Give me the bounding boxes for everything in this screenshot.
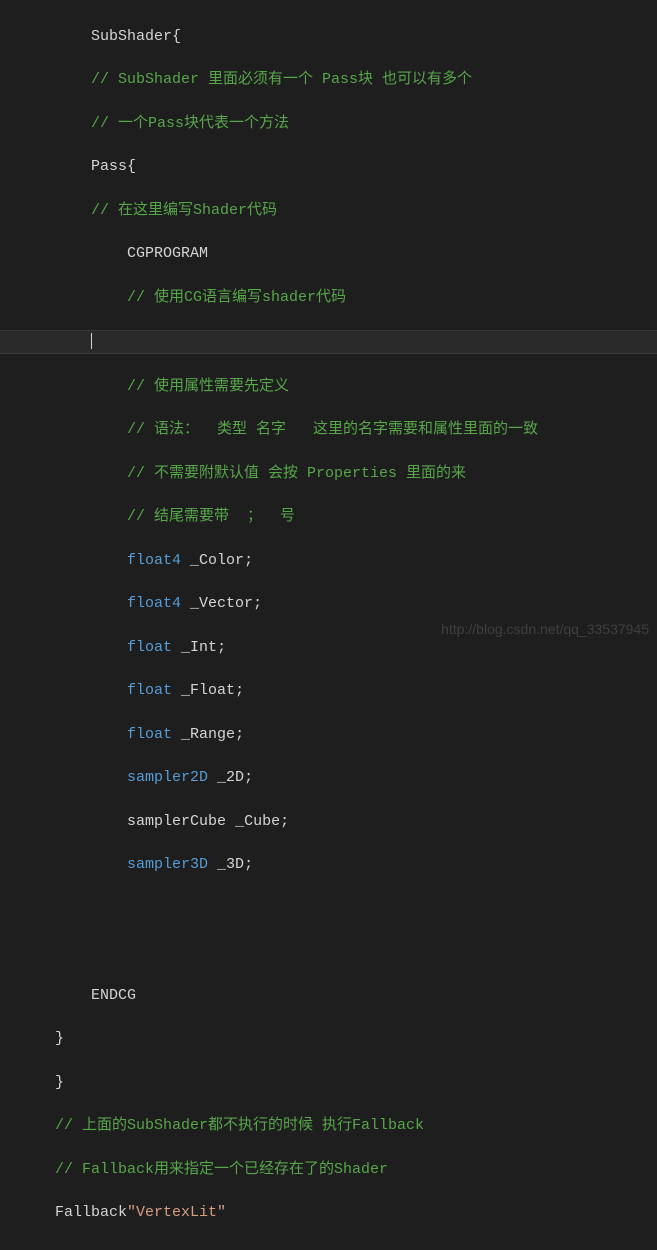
comment: // Fallback用来指定一个已经存在了的Shader — [55, 1161, 388, 1178]
token-subshader: SubShader — [91, 28, 172, 45]
code-line: // SubShader 里面必须有一个 Pass块 也可以有多个 — [0, 69, 657, 91]
watermark: http://blog.csdn.net/qq_33537945 — [441, 619, 649, 639]
comment: // SubShader 里面必须有一个 Pass块 也可以有多个 — [91, 71, 472, 88]
code-line: samplerCube _Cube; — [0, 811, 657, 833]
code-line: } — [0, 1072, 657, 1094]
type-keyword: float — [127, 682, 172, 699]
code-line: // 使用属性需要先定义 — [0, 376, 657, 398]
code-line: // 使用CG语言编写shader代码 — [0, 287, 657, 309]
code-line: SubShader{ — [0, 26, 657, 48]
code-line: sampler2D _2D; — [0, 767, 657, 789]
code-line: Fallback"VertexLit" — [0, 1202, 657, 1224]
comment: // 一个Pass块代表一个方法 — [91, 115, 289, 132]
code-line — [0, 941, 657, 963]
type-keyword: float — [127, 726, 172, 743]
comment: // 使用属性需要先定义 — [127, 378, 289, 395]
code-line — [0, 898, 657, 920]
code-line: // 结尾需要带 ； 号 — [0, 506, 657, 528]
comment: // 上面的SubShader都不执行的时候 执行Fallback — [55, 1117, 424, 1134]
code-line: ENDCG — [0, 985, 657, 1007]
cursor-line[interactable] — [0, 330, 657, 354]
brace-close: } — [55, 1074, 64, 1091]
brace-close: } — [55, 1030, 64, 1047]
type-keyword: float4 — [127, 595, 181, 612]
comment: // 结尾需要带 ； 号 — [127, 508, 295, 525]
token-pass: Pass — [91, 158, 127, 175]
type-keyword: sampler2D — [127, 769, 208, 786]
string-literal: "VertexLit" — [127, 1204, 226, 1221]
comment: // 使用CG语言编写shader代码 — [127, 289, 346, 306]
code-line: // 语法： 类型 名字 这里的名字需要和属性里面的一致 — [0, 419, 657, 441]
type-keyword: sampler3D — [127, 856, 208, 873]
code-line: float4 _Vector; — [0, 593, 657, 615]
code-line: CGPROGRAM — [0, 243, 657, 265]
code-line: // 不需要附默认值 会按 Properties 里面的来 — [0, 463, 657, 485]
code-line: // 一个Pass块代表一个方法 — [0, 113, 657, 135]
token-fallback: Fallback — [55, 1204, 127, 1221]
type-keyword: float — [127, 639, 172, 656]
comment: // 不需要附默认值 会按 Properties 里面的来 — [127, 465, 466, 482]
type-keyword: samplerCube — [127, 813, 226, 830]
code-line: // 上面的SubShader都不执行的时候 执行Fallback — [0, 1115, 657, 1137]
code-line: float4 _Color; — [0, 550, 657, 572]
token-endcg: ENDCG — [91, 987, 136, 1004]
code-line: float _Float; — [0, 680, 657, 702]
code-line: sampler3D _3D; — [0, 854, 657, 876]
text-cursor — [91, 333, 92, 349]
type-keyword: float4 — [127, 552, 181, 569]
code-line: // 在这里编写Shader代码 — [0, 200, 657, 222]
code-line: // Fallback用来指定一个已经存在了的Shader — [0, 1159, 657, 1181]
code-line: } — [0, 1028, 657, 1050]
code-line: Pass{ — [0, 156, 657, 178]
token-cgprogram: CGPROGRAM — [127, 245, 208, 262]
comment: // 语法： 类型 名字 这里的名字需要和属性里面的一致 — [127, 421, 538, 438]
code-line: float _Range; — [0, 724, 657, 746]
comment: // 在这里编写Shader代码 — [91, 202, 277, 219]
code-line: float _Int; — [0, 637, 657, 659]
